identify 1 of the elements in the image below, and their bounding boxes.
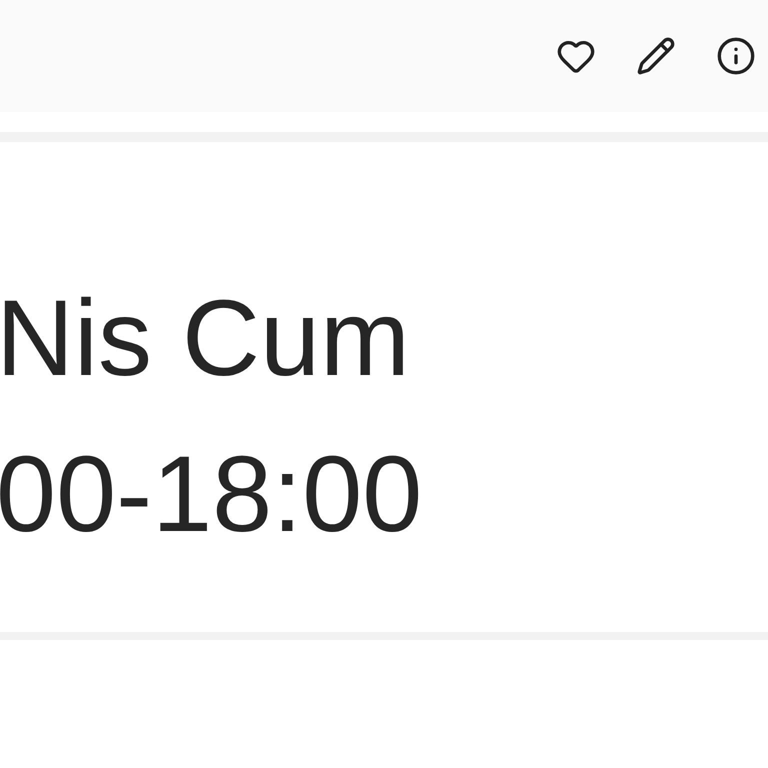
card-title: Nis Cum: [0, 276, 410, 400]
